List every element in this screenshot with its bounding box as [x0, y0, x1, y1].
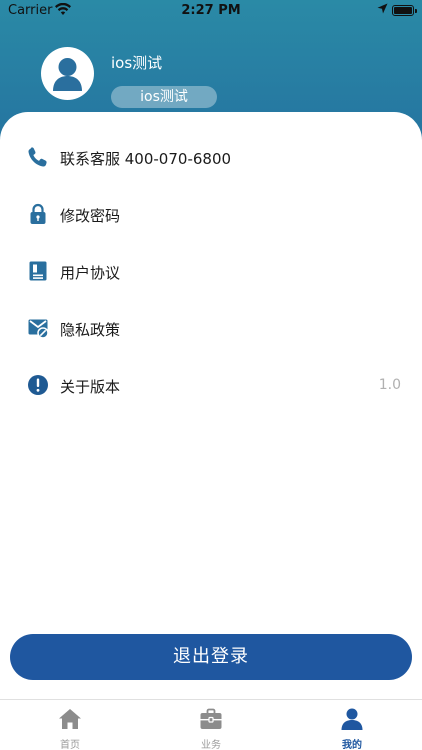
- privacy-icon: [27, 317, 49, 339]
- location-arrow-icon: [377, 3, 388, 18]
- tab-business[interactable]: 业务: [141, 700, 281, 750]
- tab-mine[interactable]: 我的: [282, 700, 422, 750]
- menu-item-label: 联系客服 400-070-6800: [60, 150, 232, 168]
- version-value: 1.0: [378, 377, 401, 393]
- lock-icon: [27, 203, 49, 225]
- menu-item-user-agreement[interactable]: 用户协议: [0, 252, 422, 292]
- tab-home[interactable]: 首页: [0, 700, 140, 750]
- menu-item-customer-service[interactable]: 联系客服 400-070-6800: [0, 138, 422, 178]
- avatar[interactable]: [41, 47, 94, 100]
- phone-icon: [27, 146, 49, 168]
- menu-item-label: 隐私政策: [60, 321, 121, 339]
- battery-icon: [392, 5, 417, 16]
- tab-label: 我的: [342, 740, 362, 750]
- menu-item-change-password[interactable]: 修改密码: [0, 195, 422, 235]
- menu-card: 联系客服 400-070-6800 修改密码 用户协议 隐私政策 关于版本 1.…: [0, 112, 422, 702]
- menu-item-label: 用户协议: [60, 264, 121, 282]
- profile-tag-badge: ios测试: [111, 86, 217, 108]
- menu-item-label: 关于版本: [60, 378, 121, 396]
- menu-item-about-version[interactable]: 关于版本 1.0: [0, 366, 422, 406]
- status-bar: Carrier 2:27 PM: [0, 0, 422, 22]
- tab-label: 业务: [201, 740, 221, 750]
- document-icon: [27, 260, 49, 282]
- menu-item-label: 修改密码: [60, 207, 121, 225]
- briefcase-icon: [199, 707, 223, 731]
- person-icon: [340, 707, 364, 731]
- home-icon: [58, 707, 82, 731]
- clock: 2:27 PM: [181, 3, 241, 18]
- logout-button[interactable]: 退出登录: [10, 634, 412, 680]
- menu-item-privacy-policy[interactable]: 隐私政策: [0, 309, 422, 349]
- info-icon: [27, 374, 49, 396]
- tab-label: 首页: [60, 740, 80, 750]
- profile-name: ios测试: [111, 54, 163, 72]
- tab-bar: 首页 业务 我的: [0, 699, 422, 750]
- person-icon: [53, 58, 82, 91]
